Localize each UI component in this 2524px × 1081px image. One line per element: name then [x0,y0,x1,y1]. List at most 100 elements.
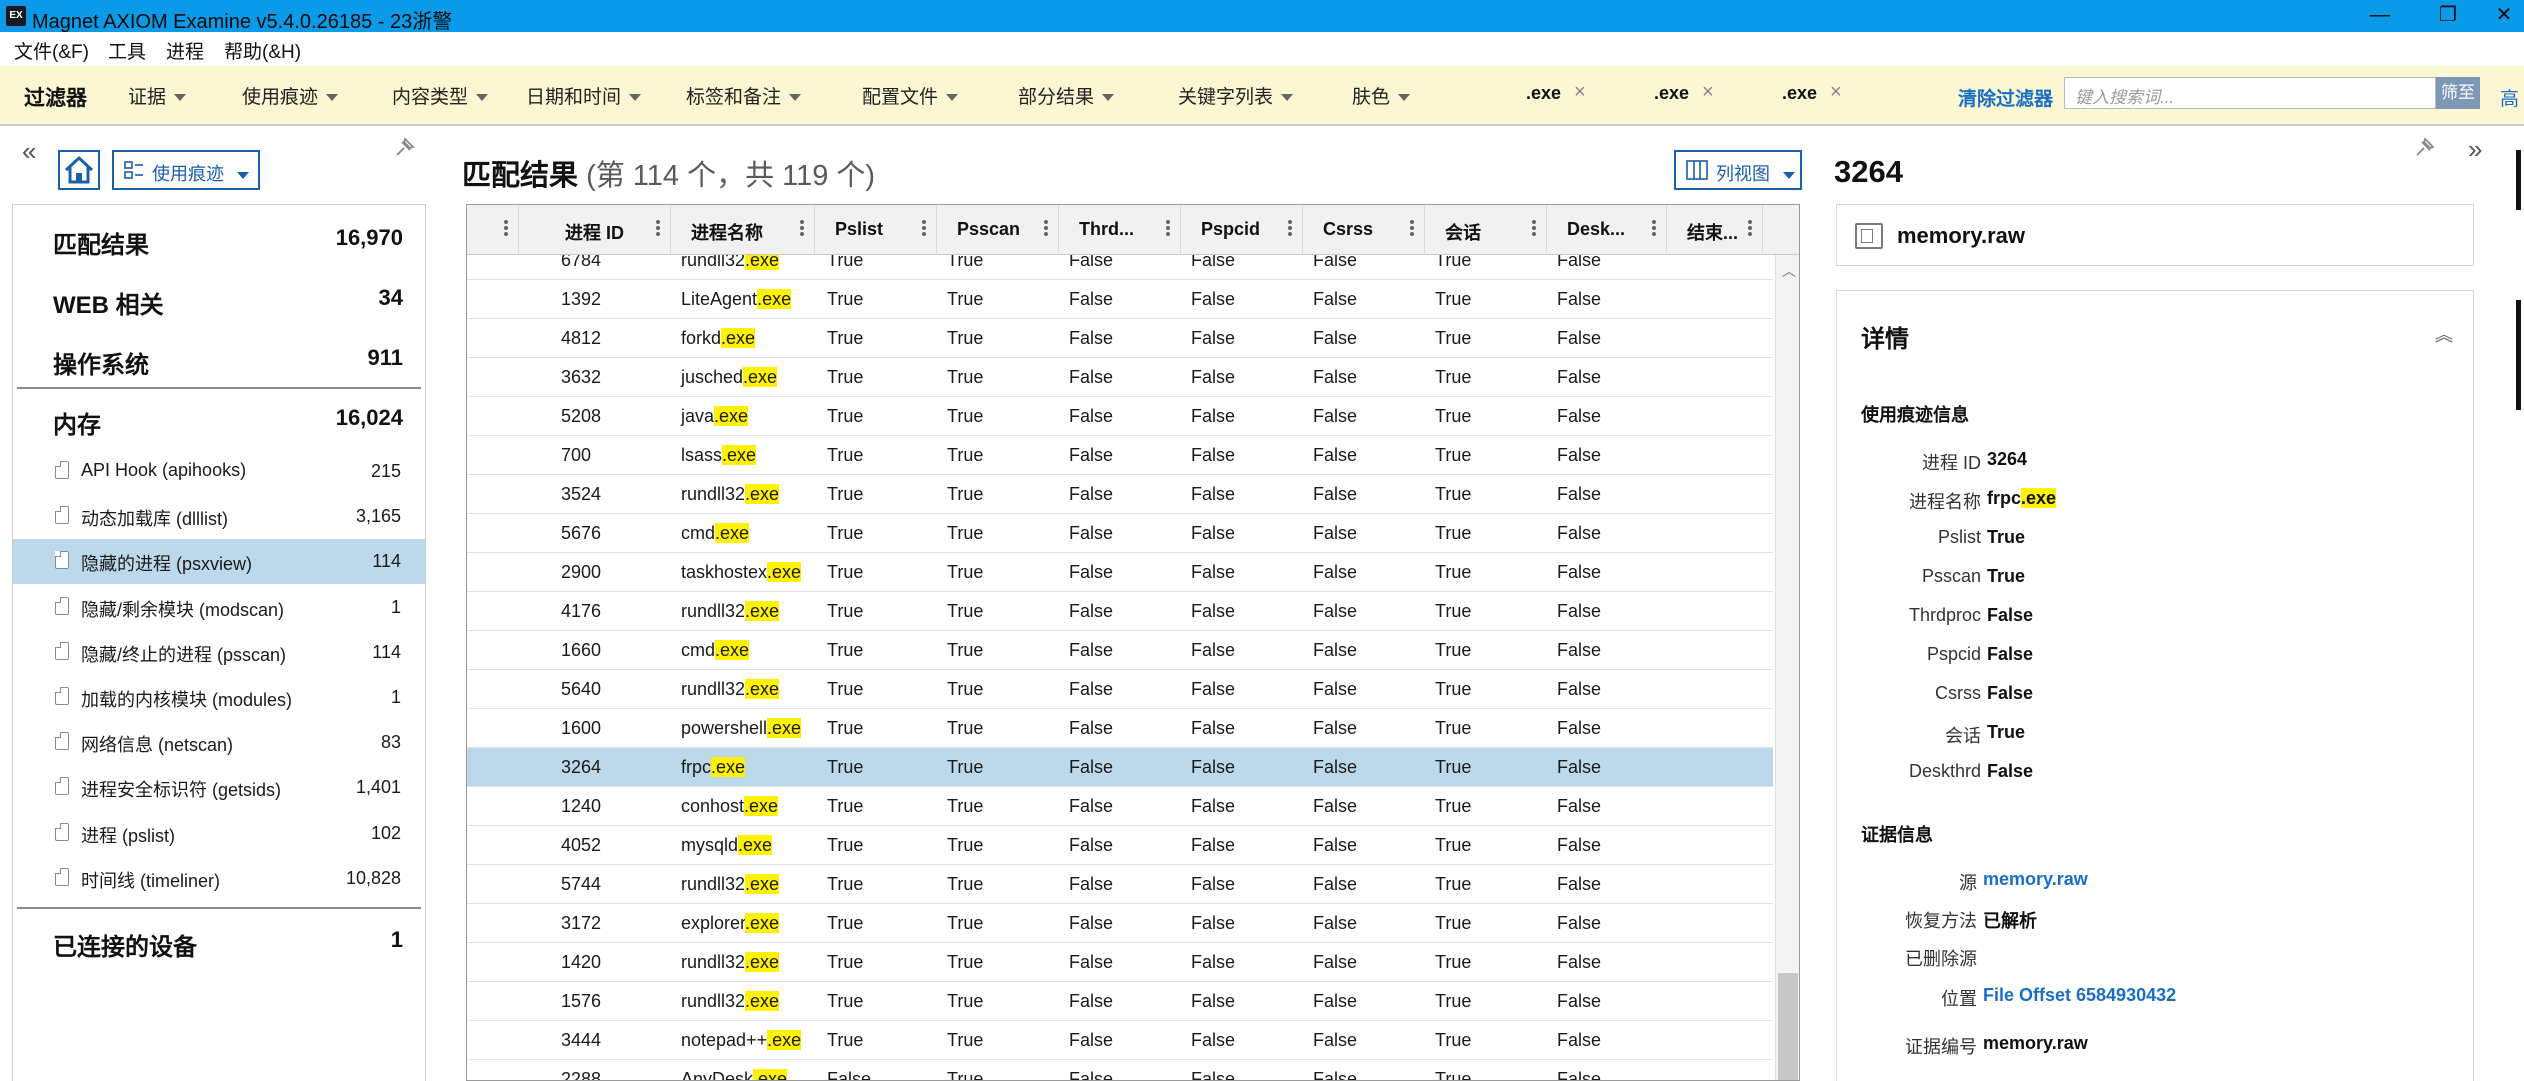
category-matched-results[interactable]: 匹配结果 16,970 [13,209,425,269]
minimize-button[interactable]: — [2360,2,2400,30]
table-row[interactable]: 1660 cmd.exe True True False False False True Fa… [467,631,1773,670]
column-menu-icon[interactable] [800,218,806,238]
close-button[interactable]: ✕ [2484,2,2524,30]
column-header[interactable]: Thrd... [1059,205,1181,255]
table-row[interactable]: 1576 rundll32.exe True True False False False T… [467,982,1773,1021]
pin-icon[interactable] [2414,136,2436,158]
artifact-view-dropdown[interactable]: 使用痕迹 [112,150,260,190]
clear-filters-link[interactable]: 清除过滤器 [1958,84,2053,111]
evidence-field-link[interactable]: memory.raw [1983,869,2088,890]
column-header[interactable]: 结束... [1667,205,1763,255]
column-menu-icon[interactable] [1044,218,1050,238]
category-web-related[interactable]: WEB 相关 34 [13,269,425,329]
column-menu-icon[interactable] [1166,218,1172,238]
table-row[interactable]: 700 lsass.exe True True False False False True F… [467,436,1773,475]
column-menu-icon[interactable] [656,218,662,238]
column-header[interactable]: Desk... [1547,205,1667,255]
remove-tag-icon[interactable]: × [1574,81,1586,104]
vertical-scrollbar[interactable]: ︿ [1775,255,1799,1080]
home-button[interactable] [58,150,100,190]
filter-partial-results-dropdown[interactable]: 部分结果 [1018,82,1115,109]
remove-tag-icon[interactable]: × [1702,81,1714,104]
column-menu-icon[interactable] [1532,218,1538,238]
table-row[interactable]: 3632 jusched.exe True True False False False Tr… [467,358,1773,397]
table-row[interactable]: 5208 java.exe True True False False False True F… [467,397,1773,436]
source-file-card[interactable]: memory.raw [1836,204,2474,266]
memory-artifact-item[interactable]: 隐藏的进程 (psxview) 114 [13,539,425,585]
category-connected-devices[interactable]: 已连接的设备 1 [13,911,425,971]
filter-keyword-lists-dropdown[interactable]: 关键字列表 [1178,82,1294,109]
menu-process[interactable]: 进程 [166,37,204,64]
table-row[interactable]: 3444 notepad++.exe True True False False False… [467,1021,1773,1060]
column-menu-icon[interactable] [1652,218,1658,238]
column-menu-icon[interactable] [504,218,510,238]
table-row[interactable]: 1392 LiteAgent.exe True True False False False… [467,280,1773,319]
side-tab-marker[interactable] [2516,360,2521,410]
table-row[interactable]: 3524 rundll32.exe True True False False False T… [467,475,1773,514]
memory-artifact-item[interactable]: 进程安全标识符 (getsids) 1,401 [13,765,425,810]
table-row[interactable]: 1420 rundll32.exe True True False False False T… [467,943,1773,982]
advanced-search-link[interactable]: 高 [2500,84,2519,111]
table-row[interactable]: 4176 rundll32.exe True True False False False T… [467,592,1773,631]
side-tab-marker[interactable] [2516,150,2521,210]
flag-cell: False [1191,1030,1236,1050]
table-row[interactable]: 5640 rundll32.exe True True False False False T… [467,670,1773,709]
memory-artifact-item[interactable]: API Hook (apihooks) 215 [13,449,425,494]
category-memory[interactable]: 内存 16,024 [13,389,425,449]
filter-content-type-dropdown[interactable]: 内容类型 [392,82,489,109]
evidence-field-link[interactable]: File Offset 6584930432 [1983,985,2176,1006]
menu-tools[interactable]: 工具 [108,37,146,64]
filter-profiles-dropdown[interactable]: 配置文件 [862,82,959,109]
search-input[interactable]: 键入搜索词... [2064,77,2436,109]
chevron-up-icon[interactable]: ︽ [2435,321,2453,347]
menu-help[interactable]: 帮助(&H) [224,37,301,64]
filter-date-time-dropdown[interactable]: 日期和时间 [526,82,642,109]
column-menu-icon[interactable] [1410,218,1416,238]
column-header[interactable]: 进程名称 [671,205,815,255]
filter-artifacts-dropdown[interactable]: 使用痕迹 [242,82,339,109]
filter-evidence-dropdown[interactable]: 证据 [128,82,187,109]
menu-file[interactable]: 文件(&F) [14,37,89,64]
remove-tag-icon[interactable]: × [1830,81,1842,104]
memory-artifact-item[interactable]: 加载的内核模块 (modules) 1 [13,675,425,720]
table-row[interactable]: 3172 explorer.exe True True False False False T… [467,904,1773,943]
column-header[interactable]: Pspcid [1181,205,1303,255]
table-row[interactable]: 4052 mysqld.exe True True False False False Tru… [467,826,1773,865]
table-row[interactable]: 5744 rundll32.exe True True False False False T… [467,865,1773,904]
column-header[interactable]: Csrss [1303,205,1425,255]
memory-artifact-item[interactable]: 隐藏/剩余模块 (modscan) 1 [13,585,425,630]
pin-icon[interactable] [394,136,416,158]
side-tab-marker[interactable] [2516,300,2521,360]
scroll-up-icon[interactable]: ︿ [1782,261,1796,281]
table-row[interactable]: 2288 AnyDesk.exe False True False False False T… [467,1060,1773,1080]
column-view-dropdown[interactable]: 列视图 [1674,150,1802,190]
column-menu-icon[interactable] [1288,218,1294,238]
memory-artifact-item[interactable]: 进程 (pslist) 102 [13,811,425,856]
search-button[interactable]: 筛至 [2436,77,2480,109]
column-header[interactable]: 进程 ID [519,205,671,255]
filter-skin-tone-dropdown[interactable]: 肤色 [1352,82,1411,109]
column-menu-icon[interactable] [1748,218,1754,238]
column-handle[interactable] [467,205,519,255]
memory-artifact-item[interactable]: 网络信息 (netscan) 83 [13,720,425,765]
table-row[interactable]: 4812 forkd.exe True True False False False True… [467,319,1773,358]
table-row[interactable]: 1600 powershell.exe True True False False Fals… [467,709,1773,748]
collapse-right-icon[interactable]: » [2468,134,2482,165]
memory-artifact-item[interactable]: 时间线 (timeliner) 10,828 [13,856,425,901]
collapse-left-icon[interactable]: « [22,136,36,167]
scrollbar-thumb[interactable] [1778,973,1798,1080]
memory-artifact-item[interactable]: 动态加载库 (dlllist) 3,165 [13,494,425,539]
column-header[interactable]: Pslist [815,205,937,255]
table-row[interactable]: 6784 rundll32.exe True True False False False T… [467,255,1773,280]
memory-artifact-item[interactable]: 隐藏/终止的进程 (psscan) 114 [13,630,425,675]
maximize-button[interactable]: ❐ [2428,2,2468,30]
column-menu-icon[interactable] [922,218,928,238]
column-header[interactable]: 会话 [1425,205,1547,255]
table-row[interactable]: 1240 conhost.exe True True False False False Tr… [467,787,1773,826]
table-row[interactable]: 5676 cmd.exe True True False False False True Fa… [467,514,1773,553]
category-operating-system[interactable]: 操作系统 911 [13,329,425,389]
column-header[interactable]: Psscan [937,205,1059,255]
filter-tags-dropdown[interactable]: 标签和备注 [686,82,802,109]
table-row[interactable]: 3264 frpc.exe True True False False False True F… [467,748,1773,787]
table-row[interactable]: 2900 taskhostex.exe True True False False Fals… [467,553,1773,592]
